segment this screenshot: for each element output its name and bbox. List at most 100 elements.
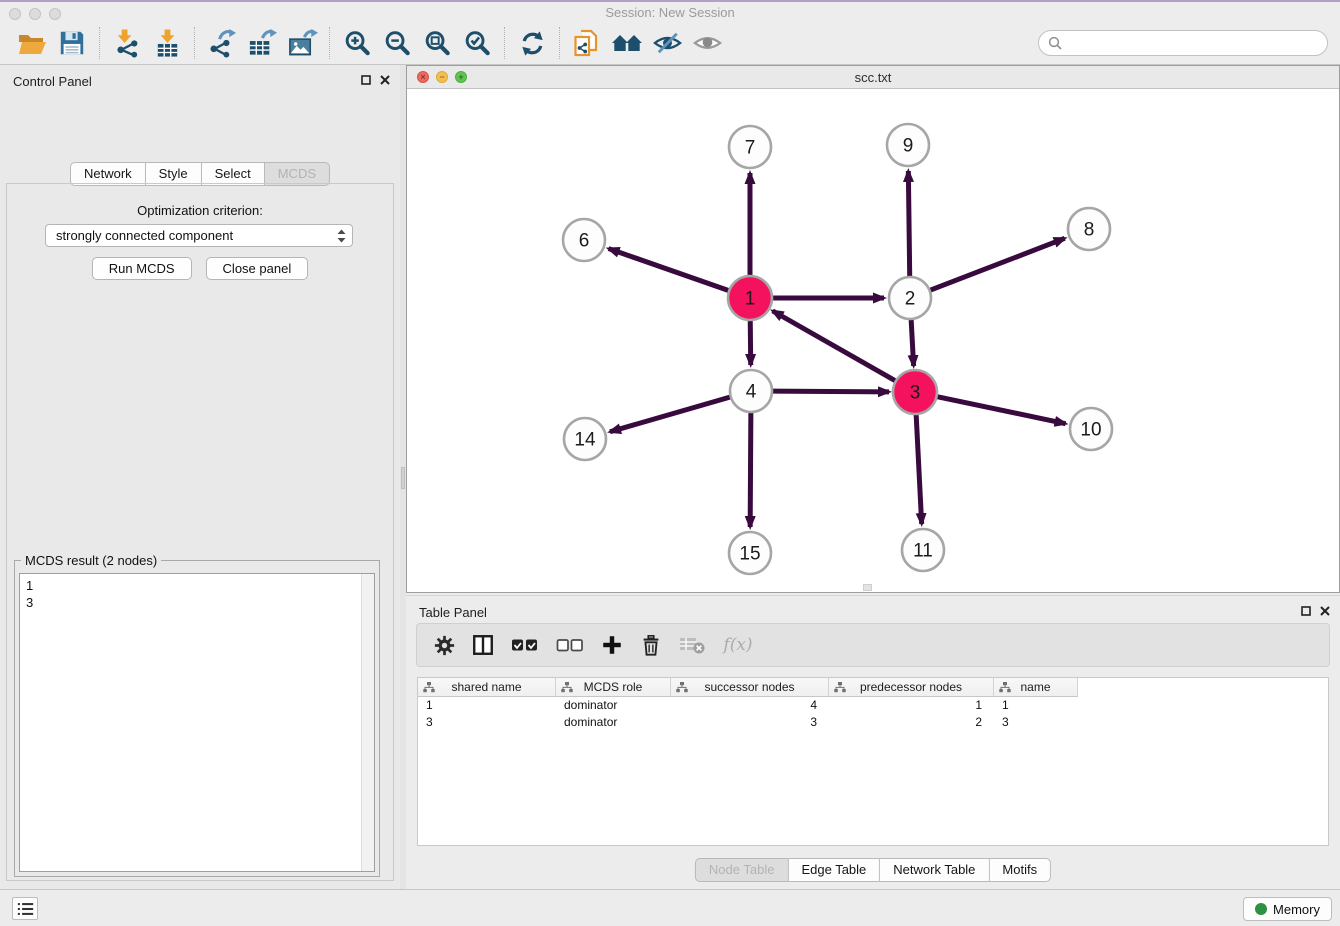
add-column-button[interactable]	[599, 632, 625, 658]
close-panel-icon[interactable]	[380, 75, 390, 85]
column-header-mcds-role[interactable]: MCDS role	[556, 678, 671, 697]
cell-shared-name[interactable]: 1	[418, 697, 556, 714]
splitter-grip[interactable]	[401, 467, 405, 489]
export-image-button[interactable]	[282, 25, 322, 61]
table-panel-title: Table Panel	[419, 605, 487, 620]
table-tab-motifs[interactable]: Motifs	[989, 858, 1051, 882]
edge-3-10[interactable]	[937, 397, 1066, 424]
table-tab-network-table[interactable]: Network Table	[880, 858, 989, 882]
first-neighbors-button[interactable]	[567, 25, 607, 61]
delete-table-button[interactable]	[677, 632, 707, 658]
refresh-network-button[interactable]	[512, 25, 552, 61]
mcds-result-list[interactable]: 13	[26, 577, 354, 868]
memory-status-icon	[1255, 903, 1267, 915]
edge-3-1[interactable]	[773, 311, 896, 381]
select-stepper-icon	[337, 229, 346, 243]
close-window-icon[interactable]	[9, 8, 21, 20]
column-header-predecessor-nodes[interactable]: predecessor nodes	[829, 678, 994, 697]
edge-2-9[interactable]	[908, 171, 909, 276]
maximize-view-icon[interactable]: +	[455, 71, 467, 83]
network-canvas[interactable]: 1234678910111415	[407, 90, 1339, 592]
unselect-all-columns-button[interactable]	[554, 632, 586, 658]
result-scrollbar[interactable]	[361, 574, 374, 871]
cell-name[interactable]: 1	[994, 697, 1078, 714]
toolbar-separator	[329, 27, 330, 59]
cell-successor-nodes[interactable]: 4	[671, 697, 829, 714]
open-session-button[interactable]	[12, 25, 52, 61]
delete-column-button[interactable]	[638, 632, 664, 658]
home-layout-button[interactable]	[607, 25, 647, 61]
edge-1-6[interactable]	[609, 249, 730, 291]
float-table-panel-icon[interactable]	[1301, 606, 1311, 616]
cell-predecessor-nodes[interactable]: 2	[829, 714, 994, 731]
mcds-panel: Optimization criterion: strongly connect…	[6, 183, 394, 881]
column-header-successor-nodes[interactable]: successor nodes	[671, 678, 829, 697]
search-field[interactable]	[1038, 30, 1328, 56]
cell-predecessor-nodes[interactable]: 1	[829, 697, 994, 714]
run-mcds-button[interactable]: Run MCDS	[92, 257, 192, 280]
table-settings-button[interactable]	[431, 632, 457, 658]
save-session-button[interactable]	[52, 25, 92, 61]
table-panel: Table Panel	[406, 595, 1340, 889]
export-network-button[interactable]	[202, 25, 242, 61]
node-label-14: 14	[574, 430, 596, 451]
edge-4-14[interactable]	[610, 397, 730, 432]
toolbar-separator	[504, 27, 505, 59]
select-all-icon	[510, 635, 540, 655]
function-builder-button[interactable]: f(x)	[720, 632, 756, 658]
cell-mcds-role[interactable]: dominator	[556, 714, 671, 731]
attribute-type-icon	[423, 682, 435, 693]
network-graph[interactable]: 1234678910111415	[407, 90, 1339, 592]
trash-icon	[639, 633, 663, 658]
zoom-out-button[interactable]	[377, 25, 417, 61]
control-panel-header: Control Panel	[0, 71, 400, 93]
edge-4-3[interactable]	[773, 391, 889, 392]
node-label-15: 15	[739, 544, 760, 565]
close-panel-button[interactable]: Close panel	[206, 257, 309, 280]
show-all-button[interactable]	[687, 25, 727, 61]
unselect-all-icon	[555, 635, 585, 655]
cell-shared-name[interactable]: 3	[418, 714, 556, 731]
hide-selected-button[interactable]	[647, 25, 687, 61]
column-header-shared-name[interactable]: shared name	[418, 678, 556, 697]
zoom-in-button[interactable]	[337, 25, 377, 61]
task-history-button[interactable]	[12, 897, 38, 920]
network-window-titlebar[interactable]: × − + scc.txt	[407, 66, 1339, 89]
zoom-window-icon[interactable]	[49, 8, 61, 20]
zoom-selected-icon	[463, 29, 492, 58]
column-header-name[interactable]: name	[994, 678, 1078, 697]
table-tab-edge-table[interactable]: Edge Table	[788, 858, 880, 882]
zoom-fit-button[interactable]	[417, 25, 457, 61]
float-panel-icon[interactable]	[361, 75, 371, 85]
refresh-icon	[518, 29, 547, 58]
hide-eye-icon	[652, 30, 683, 56]
node-label-9: 9	[903, 136, 914, 157]
control-panel-title: Control Panel	[13, 74, 92, 89]
cell-name[interactable]: 3	[994, 714, 1078, 731]
show-columns-button[interactable]	[470, 632, 496, 658]
zoom-selected-button[interactable]	[457, 25, 497, 61]
close-view-icon[interactable]: ×	[417, 71, 429, 83]
import-table-button[interactable]	[147, 25, 187, 61]
home-icon	[610, 30, 644, 56]
cell-successor-nodes[interactable]: 3	[671, 714, 829, 731]
export-table-button[interactable]	[242, 25, 282, 61]
table-row[interactable]: 1dominator411	[418, 697, 1328, 714]
edge-3-11[interactable]	[916, 414, 922, 524]
minimize-view-icon[interactable]: −	[436, 71, 448, 83]
cell-mcds-role[interactable]: dominator	[556, 697, 671, 714]
edge-2-8[interactable]	[931, 238, 1065, 290]
table-tab-node-table[interactable]: Node Table	[695, 858, 789, 882]
import-network-button[interactable]	[107, 25, 147, 61]
edge-2-3[interactable]	[911, 320, 913, 366]
node-table: shared nameMCDS rolesuccessor nodesprede…	[417, 677, 1329, 846]
memory-button[interactable]: Memory	[1243, 897, 1332, 921]
close-table-panel-icon[interactable]	[1320, 606, 1330, 616]
minimize-window-icon[interactable]	[29, 8, 41, 20]
select-all-columns-button[interactable]	[509, 632, 541, 658]
edge-4-15[interactable]	[750, 413, 751, 527]
table-row[interactable]: 3dominator323	[418, 714, 1328, 731]
view-resize-grip[interactable]	[863, 584, 872, 591]
optimization-criterion-select[interactable]: strongly connected component	[45, 224, 353, 247]
search-input[interactable]	[1067, 36, 1318, 51]
